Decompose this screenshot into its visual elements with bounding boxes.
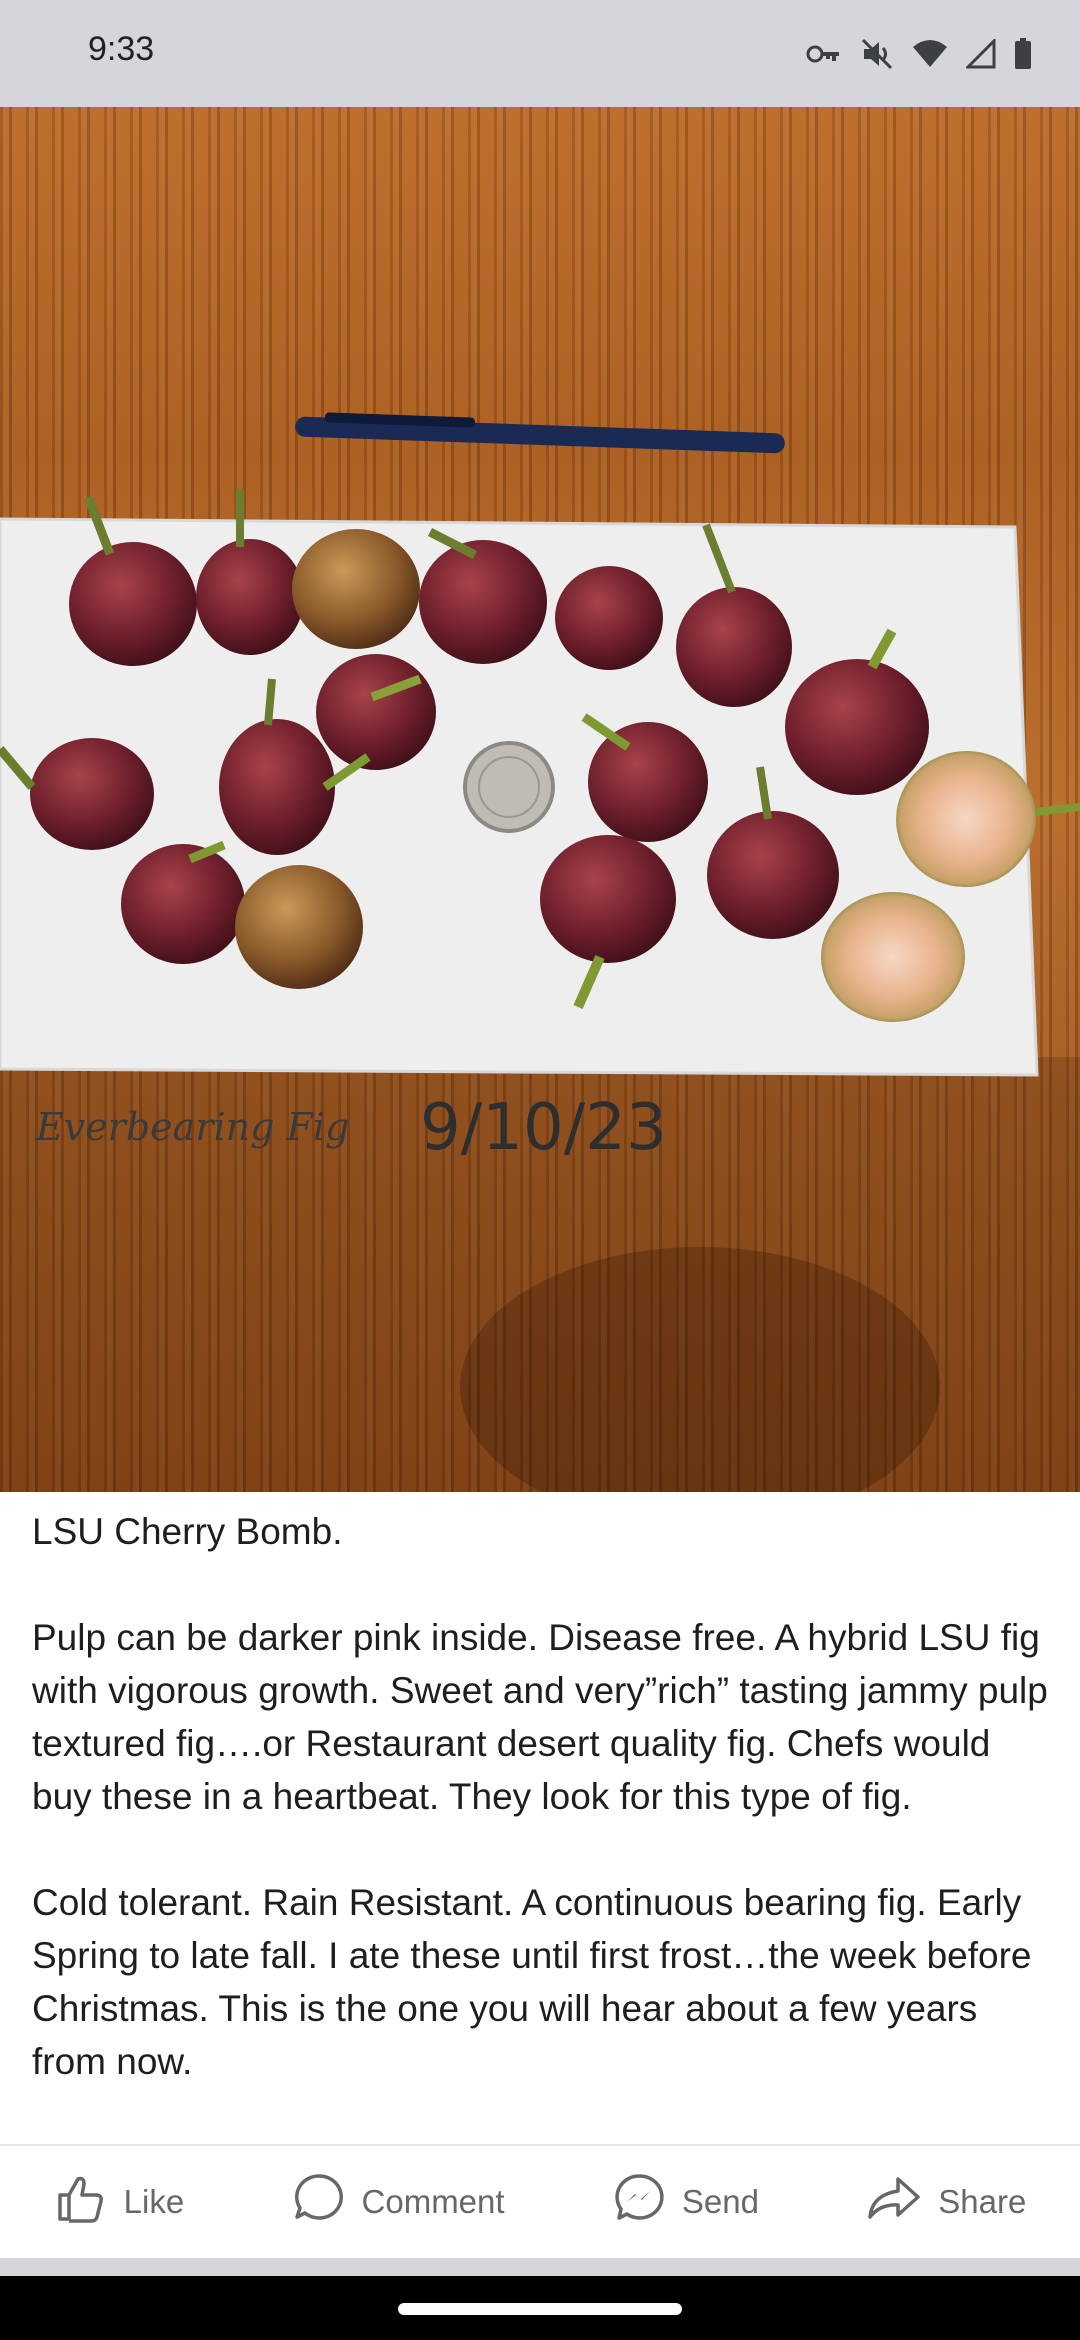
vpn-key-icon [806,39,842,69]
pen [295,412,785,454]
bottom-strip [0,2258,1080,2276]
wifi-icon [912,39,948,69]
status-bar: 9:33 [0,0,1080,107]
post-paragraph: Pulp can be darker pink inside. Disease … [32,1617,1048,1817]
post-photo[interactable]: Everbearing Fig 9/10/23 [0,107,1080,1492]
send-label: Send [681,2183,759,2220]
post-paragraph: Cold tolerant. Rain Resistant. A continu… [32,1882,1032,2082]
fig-photo-illustration: Everbearing Fig 9/10/23 [0,412,1080,1492]
post-paragraph: LSU Cherry Bomb. [32,1511,343,1552]
post-action-bar: Like Comment Send Share [0,2146,1080,2258]
comment-icon [292,2171,346,2233]
mute-icon [860,37,894,71]
thumbs-up-icon [54,2171,108,2233]
comment-label: Comment [361,2183,505,2220]
like-button[interactable]: Like [54,2171,185,2233]
share-icon [866,2171,922,2233]
post-caption: LSU Cherry Bomb. Pulp can be darker pink… [32,1505,1052,2088]
messenger-icon [612,2171,666,2233]
comment-button[interactable]: Comment [292,2171,505,2233]
signal-icon [966,39,996,69]
battery-icon [1014,38,1032,70]
send-button[interactable]: Send [612,2171,759,2233]
status-time: 9:33 [88,30,155,68]
share-button[interactable]: Share [866,2171,1026,2233]
share-label: Share [938,2183,1027,2220]
like-label: Like [123,2183,185,2220]
handwriting-left: Everbearing Fig [35,1105,349,1149]
status-icons [806,32,1032,76]
home-gesture-handle[interactable] [398,2303,682,2315]
handwriting-right: 9/10/23 [420,1091,667,1165]
